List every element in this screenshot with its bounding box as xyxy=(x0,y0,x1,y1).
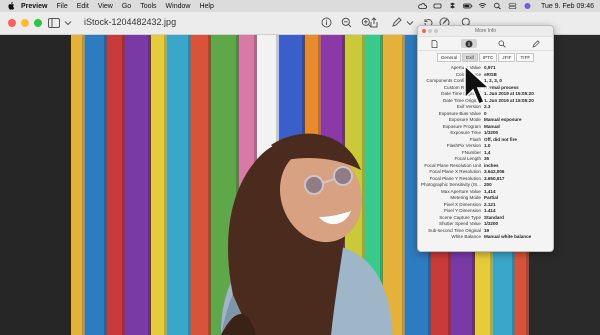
tab-more-info[interactable] xyxy=(460,39,477,48)
exif-row: White Balance Manual white balance xyxy=(418,234,553,241)
chevron-down-icon[interactable] xyxy=(404,17,416,28)
inspector-minimize-button xyxy=(428,29,432,33)
inspector-close-button[interactable] xyxy=(422,29,426,33)
share-icon[interactable] xyxy=(368,17,380,28)
menu-window[interactable]: Window xyxy=(166,3,191,10)
menu-view[interactable]: View xyxy=(98,3,113,10)
inspector-traffic-lights xyxy=(422,29,438,33)
inspector-zoom-button xyxy=(434,29,438,33)
tab-general-info[interactable] xyxy=(427,39,443,48)
document-title: iStock-1204482432.jpg xyxy=(84,17,177,27)
menu-file[interactable]: File xyxy=(56,3,67,10)
exif-value[interactable]: Manual white balance xyxy=(484,234,553,241)
menu-bar: Preview File Edit View Go Tools Window H… xyxy=(0,0,600,12)
inspector-tabs xyxy=(418,37,553,51)
tab-jfif[interactable]: JFIF xyxy=(498,53,516,62)
info-icon[interactable] xyxy=(320,17,332,28)
wall-stripe xyxy=(125,35,151,335)
close-button[interactable] xyxy=(8,19,16,27)
tab-keywords[interactable] xyxy=(494,39,510,48)
minimize-button[interactable] xyxy=(21,19,29,27)
markup-pen-icon[interactable] xyxy=(390,17,402,28)
menubar-clock[interactable]: Tue 9. Feb 09:46 xyxy=(541,3,594,10)
menu-tools[interactable]: Tools xyxy=(140,3,156,10)
tab-general[interactable]: General xyxy=(436,53,462,62)
menu-help[interactable]: Help xyxy=(199,3,213,10)
apple-menu-icon[interactable] xyxy=(7,2,15,10)
zoom-out-icon[interactable] xyxy=(340,17,352,28)
mouse-cursor-icon xyxy=(464,64,491,105)
siri-icon[interactable] xyxy=(523,2,532,10)
menu-preview[interactable]: Preview xyxy=(21,3,47,10)
menu-go[interactable]: Go xyxy=(122,3,131,10)
chevron-down-icon[interactable] xyxy=(62,17,74,28)
control-center-icon[interactable] xyxy=(508,2,517,10)
wall-stripe xyxy=(85,35,107,335)
tab-exif[interactable]: Exif xyxy=(462,53,478,62)
inspector-panel: More Info General Exif IPTC JFIF TIFF Ap… xyxy=(417,25,554,252)
traffic-lights xyxy=(8,19,42,27)
exif-key: White Balance xyxy=(451,234,481,239)
zoom-button[interactable] xyxy=(34,19,42,27)
menu-edit[interactable]: Edit xyxy=(77,3,89,10)
tab-iptc[interactable]: IPTC xyxy=(478,53,498,62)
wall-stripe xyxy=(167,35,191,335)
inspector-titlebar: More Info xyxy=(418,26,553,37)
tab-tiff[interactable]: TIFF xyxy=(516,53,535,62)
dropbox-icon[interactable] xyxy=(448,2,457,10)
tab-annotations[interactable] xyxy=(528,39,544,48)
wall-stripe xyxy=(383,35,405,335)
drive-icon[interactable] xyxy=(433,2,442,10)
sidebar-toggle-icon[interactable] xyxy=(48,17,60,28)
cloud-icon[interactable] xyxy=(418,2,427,10)
inspector-title: More Info xyxy=(474,28,497,34)
metadata-tabs: General Exif IPTC JFIF TIFF xyxy=(418,51,553,63)
battery-icon[interactable] xyxy=(463,2,473,10)
wifi-icon[interactable] xyxy=(478,2,487,10)
search-icon[interactable] xyxy=(493,2,502,10)
